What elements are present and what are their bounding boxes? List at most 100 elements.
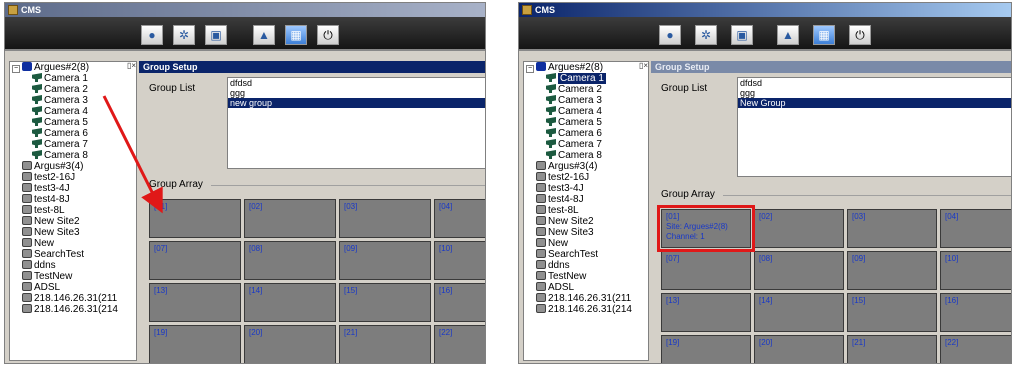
tree-camera-item[interactable]: Camera 5 xyxy=(10,117,136,128)
group-cell[interactable]: [22] xyxy=(434,325,485,363)
group-cell[interactable]: [08] xyxy=(244,241,336,280)
group-cell[interactable]: [02] xyxy=(754,209,844,248)
group-icon[interactable]: ▲ xyxy=(777,25,799,45)
collapse-icon[interactable]: − xyxy=(12,65,20,73)
tree-site-item[interactable]: TestNew xyxy=(524,271,648,282)
tree-site-item[interactable]: test3-4J xyxy=(524,183,648,194)
group-cell[interactable]: [04] xyxy=(434,199,485,238)
tree-camera-item[interactable]: Camera 4 xyxy=(524,106,648,117)
group-cell[interactable]: [15] xyxy=(339,283,431,322)
monitor-icon[interactable]: ▣ xyxy=(205,25,227,45)
group-cell[interactable]: [04] xyxy=(940,209,1011,248)
tree-camera-item[interactable]: Camera 6 xyxy=(524,128,648,139)
splitter-icon[interactable]: ▯× xyxy=(127,61,136,70)
group-array-grid[interactable]: [01] [02] [03] [04] [07] [08] [09] [10] [13] [14]… xyxy=(149,199,485,363)
group-list-item[interactable]: ggg xyxy=(228,88,485,98)
tree-site-item[interactable]: test4-8J xyxy=(524,194,648,205)
group-cell[interactable]: [22] xyxy=(940,335,1011,363)
power-icon[interactable]: ⏻ xyxy=(849,25,871,45)
tree-site-item[interactable]: New xyxy=(524,238,648,249)
tree-camera-item[interactable]: Camera 4 xyxy=(10,106,136,117)
group-list-item[interactable]: dfdsd xyxy=(738,78,1011,88)
tree-camera-item[interactable]: Camera 2 xyxy=(10,84,136,95)
grid-icon[interactable]: ▦ xyxy=(813,25,835,45)
group-cell[interactable]: [02] xyxy=(244,199,336,238)
tree-camera-item[interactable]: Camera 3 xyxy=(10,95,136,106)
tree-camera-item[interactable]: Camera 1 xyxy=(524,73,648,84)
group-cell[interactable]: [21] xyxy=(339,325,431,363)
camera-icon[interactable]: ● xyxy=(141,25,163,45)
tree-site-item[interactable]: Argus#3(4) xyxy=(10,161,136,172)
tree-camera-item[interactable]: Camera 8 xyxy=(524,150,648,161)
tree-site-item[interactable]: Argus#3(4) xyxy=(524,161,648,172)
tree-site-item[interactable]: SearchTest xyxy=(524,249,648,260)
group-list-item[interactable]: New Group xyxy=(738,98,1011,108)
tree-camera-item[interactable]: Camera 7 xyxy=(524,139,648,150)
tree-site-item[interactable]: New Site3 xyxy=(524,227,648,238)
group-cell[interactable]: [16] xyxy=(434,283,485,322)
group-cell[interactable]: [14] xyxy=(754,293,844,332)
tree-site-item[interactable]: TestNew xyxy=(10,271,136,282)
tree-site-item[interactable]: SearchTest xyxy=(10,249,136,260)
tree-site-item[interactable]: test3-4J xyxy=(10,183,136,194)
tree-camera-item[interactable]: Camera 3 xyxy=(524,95,648,106)
tree-site-item[interactable]: test4-8J xyxy=(10,194,136,205)
tree-site-item[interactable]: ddns xyxy=(10,260,136,271)
group-list[interactable]: dfdsd ggg New Group xyxy=(737,77,1011,177)
grid-icon[interactable]: ▦ xyxy=(285,25,307,45)
splitter-icon[interactable]: ▯× xyxy=(639,61,648,70)
power-icon[interactable]: ⏻ xyxy=(317,25,339,45)
group-cell[interactable]: [20] xyxy=(244,325,336,363)
tree-site-item[interactable]: test2-16J xyxy=(10,172,136,183)
group-cell[interactable]: [10] xyxy=(434,241,485,280)
group-cell[interactable]: [21] xyxy=(847,335,937,363)
tree-site-item[interactable]: New Site2 xyxy=(10,216,136,227)
tree-site-item[interactable]: 218.146.26.31(211 xyxy=(524,293,648,304)
tree-site-item[interactable]: ADSL xyxy=(10,282,136,293)
group-cell[interactable]: [07] xyxy=(149,241,241,280)
group-list-item[interactable]: dfdsd xyxy=(228,78,485,88)
tree-site-item[interactable]: test-8L xyxy=(524,205,648,216)
group-cell[interactable]: [19] xyxy=(661,335,751,363)
group-cell[interactable]: [09] xyxy=(339,241,431,280)
group-icon[interactable]: ▲ xyxy=(253,25,275,45)
tree-site-item[interactable]: test-8L xyxy=(10,205,136,216)
tree-camera-item[interactable]: Camera 8 xyxy=(10,150,136,161)
group-cell[interactable]: [03] xyxy=(847,209,937,248)
group-list-item[interactable]: new group xyxy=(228,98,485,108)
group-cell[interactable]: [16] xyxy=(940,293,1011,332)
settings-icon[interactable]: ✲ xyxy=(695,25,717,45)
tree-camera-item[interactable]: Camera 1 xyxy=(10,73,136,84)
group-cell[interactable]: [19] xyxy=(149,325,241,363)
group-cell[interactable]: [01] xyxy=(149,199,241,238)
group-cell[interactable]: [13] xyxy=(661,293,751,332)
group-cell[interactable]: [07] xyxy=(661,251,751,290)
tree-site-item[interactable]: New Site3 xyxy=(10,227,136,238)
tree-camera-item[interactable]: Camera 2 xyxy=(524,84,648,95)
tree-camera-item[interactable]: Camera 6 xyxy=(10,128,136,139)
collapse-icon[interactable]: − xyxy=(526,65,534,73)
tree-site-item[interactable]: New Site2 xyxy=(524,216,648,227)
tree-camera-item[interactable]: Camera 5 xyxy=(524,117,648,128)
site-tree[interactable]: − Argues#2(8) Camera 1 Camera 2 Camera 3 Came… xyxy=(9,61,137,361)
group-list-item[interactable]: ggg xyxy=(738,88,1011,98)
tree-site-item[interactable]: ddns xyxy=(524,260,648,271)
group-cell[interactable]: [20] xyxy=(754,335,844,363)
tree-site-item[interactable]: 218.146.26.31(214 xyxy=(524,304,648,315)
group-cell[interactable]: [03] xyxy=(339,199,431,238)
group-cell[interactable]: [13] xyxy=(149,283,241,322)
group-cell[interactable]: [14] xyxy=(244,283,336,322)
group-list[interactable]: dfdsd ggg new group xyxy=(227,77,485,169)
tree-site-item[interactable]: − Argues#2(8) xyxy=(10,62,136,73)
tree-site-item[interactable]: ADSL xyxy=(524,282,648,293)
camera-icon[interactable]: ● xyxy=(659,25,681,45)
group-cell[interactable]: [15] xyxy=(847,293,937,332)
tree-site-item[interactable]: − Argues#2(8) xyxy=(524,62,648,73)
tree-site-item[interactable]: 218.146.26.31(211 xyxy=(10,293,136,304)
settings-icon[interactable]: ✲ xyxy=(173,25,195,45)
group-cell[interactable]: [09] xyxy=(847,251,937,290)
tree-camera-item[interactable]: Camera 7 xyxy=(10,139,136,150)
group-cell[interactable]: [08] xyxy=(754,251,844,290)
monitor-icon[interactable]: ▣ xyxy=(731,25,753,45)
tree-site-item[interactable]: 218.146.26.31(214 xyxy=(10,304,136,315)
